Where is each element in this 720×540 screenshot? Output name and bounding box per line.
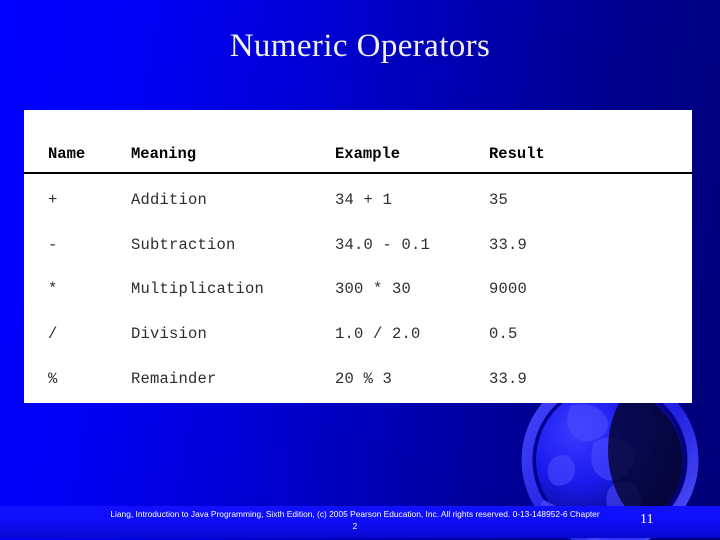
cell-meaning: Multiplication [131, 280, 265, 299]
presentation-slide: Numeric Operators Name Meaning Example R… [0, 0, 720, 540]
numeric-operators-table: Name Meaning Example Result + Addition 3… [24, 110, 692, 401]
column-header-name: Name [24, 110, 131, 174]
cell-result: 35 [489, 191, 509, 210]
table-row: % Remainder 20 % 3 33.9 [24, 356, 692, 401]
cell-result: 33.9 [489, 369, 528, 388]
slide-title: Numeric Operators [229, 28, 491, 64]
table-row: + Addition 34 + 1 35 [24, 173, 692, 223]
cell-example: 300 * 30 [335, 280, 412, 299]
column-header-result: Result [489, 110, 692, 174]
cell-name: % [48, 369, 58, 388]
cell-name: - [48, 235, 58, 254]
table-header-row: Name Meaning Example Result [24, 110, 692, 174]
cell-name: / [48, 325, 58, 344]
table-row: / Division 1.0 / 2.0 0.5 [24, 312, 692, 357]
table-panel: Name Meaning Example Result + Addition 3… [24, 110, 692, 403]
cell-result: 0.5 [489, 325, 518, 344]
page-number: 11 [640, 512, 654, 527]
cell-meaning: Division [131, 325, 208, 344]
cell-name: + [48, 191, 58, 210]
cell-meaning: Addition [131, 191, 208, 210]
column-header-example: Example [335, 110, 489, 174]
footer-credit: Liang, Introduction to Java Programming,… [110, 509, 600, 531]
column-header-meaning: Meaning [131, 110, 335, 174]
cell-result: 33.9 [489, 235, 528, 254]
table-row: * Multiplication 300 * 30 9000 [24, 267, 692, 312]
cell-example: 34.0 - 0.1 [335, 235, 431, 254]
cell-example: 20 % 3 [335, 369, 393, 388]
cell-name: * [48, 280, 58, 299]
cell-example: 1.0 / 2.0 [335, 325, 421, 344]
cell-example: 34 + 1 [335, 191, 393, 210]
cell-meaning: Remainder [131, 369, 217, 388]
cell-meaning: Subtraction [131, 235, 236, 254]
cell-result: 9000 [489, 280, 528, 299]
table-row: - Subtraction 34.0 - 0.1 33.9 [24, 223, 692, 268]
